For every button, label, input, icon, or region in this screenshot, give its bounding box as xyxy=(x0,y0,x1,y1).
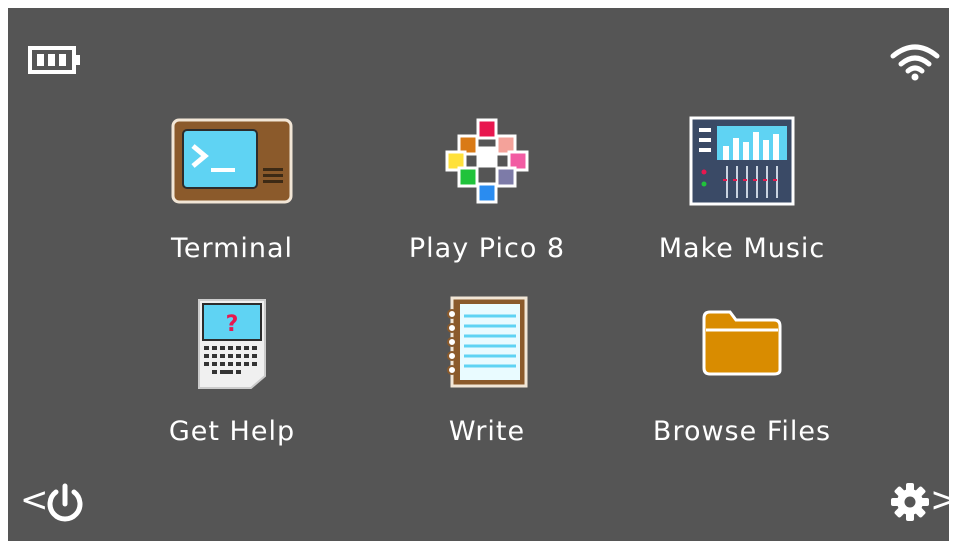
app-label: Browse Files xyxy=(652,416,832,447)
battery-icon xyxy=(28,46,80,74)
svg-text:?: ? xyxy=(226,312,239,337)
app-write[interactable]: Write xyxy=(377,296,597,456)
help-device-icon: ? xyxy=(198,299,266,389)
app-label: Make Music xyxy=(658,233,826,264)
app-label: Terminal xyxy=(170,233,294,264)
wifi-icon xyxy=(890,44,940,81)
settings-button[interactable]: > xyxy=(886,478,957,524)
music-mixer-icon xyxy=(689,116,795,206)
app-label: Write xyxy=(448,416,526,447)
next-arrow: > xyxy=(930,480,957,520)
app-make-music[interactable]: Make Music xyxy=(632,116,852,276)
power-button[interactable]: < xyxy=(20,478,90,524)
power-icon xyxy=(47,483,83,522)
app-browse-files[interactable]: Browse Files xyxy=(632,296,852,456)
app-label: Get Help xyxy=(168,416,296,447)
terminal-icon xyxy=(171,118,293,204)
notebook-icon xyxy=(447,296,528,388)
gear-icon xyxy=(891,483,929,521)
app-label: Play Pico 8 xyxy=(408,233,566,264)
pico8-icon xyxy=(445,118,529,204)
app-play-pico-8[interactable]: Play Pico 8 xyxy=(377,116,597,276)
home-screen: Terminal Play Pico 8 Make Music ? Get He… xyxy=(8,8,957,541)
app-terminal[interactable]: Terminal xyxy=(122,116,342,276)
folder-icon xyxy=(702,310,782,376)
app-get-help[interactable]: ? Get Help xyxy=(122,296,342,456)
